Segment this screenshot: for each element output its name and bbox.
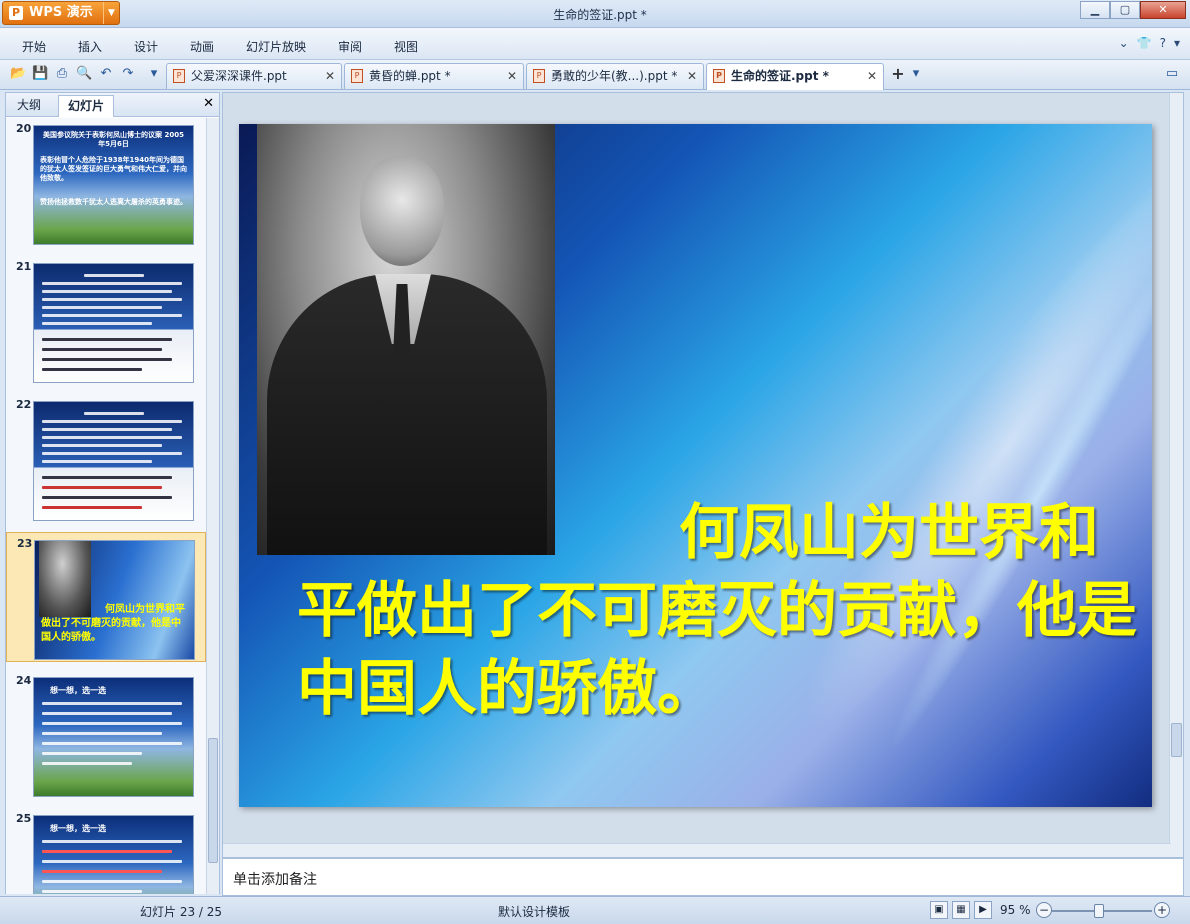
tab-outline[interactable]: 大纲 xyxy=(8,95,50,117)
zoom-in-icon[interactable]: + xyxy=(1154,902,1170,918)
doc-tab-label: 生命的签证.ppt * xyxy=(731,69,829,83)
thumbnail-24[interactable]: 24 想一想，选一选 xyxy=(6,670,206,800)
doc-tab-3[interactable]: P 生命的签证.ppt * ✕ xyxy=(706,63,884,90)
window-title: 生命的签证.ppt * xyxy=(553,8,647,22)
thumbnail-22[interactable]: 22 xyxy=(6,394,206,524)
doc-tab-1[interactable]: P 黄昏的蝉.ppt * ✕ xyxy=(344,63,524,89)
title-bar: P WPS 演示 ▼ 生命的签证.ppt * ▁ ▢ ✕ xyxy=(0,0,1190,28)
slide-number: 24 xyxy=(16,674,32,687)
doc-tab-label: 父爱深深课件.ppt xyxy=(191,69,287,83)
thumb-line: 表彰他冒个人危险于1938年1940年间为德国的犹太人签发签证的巨大勇气和伟大仁… xyxy=(40,156,187,182)
skin-icon[interactable]: 👕 xyxy=(1137,36,1152,50)
menu-slideshow[interactable]: 幻灯片放映 xyxy=(246,38,306,55)
save-icon[interactable]: 💾 xyxy=(32,66,48,82)
normal-view-icon[interactable]: ▣ xyxy=(930,901,948,919)
slide-number: 23 xyxy=(17,537,33,550)
redo-icon[interactable]: ↷ xyxy=(120,66,136,82)
doc-tab-0[interactable]: P 父爱深深课件.ppt ✕ xyxy=(166,63,342,89)
close-tab-icon[interactable]: ✕ xyxy=(325,64,335,88)
design-template[interactable]: 默认设计模板 xyxy=(498,903,570,920)
close-tab-icon[interactable]: ✕ xyxy=(867,64,877,88)
menu-bar: 开始 插入 设计 动画 幻灯片放映 审阅 视图 ⌄ 👕 ? ▾ xyxy=(0,28,1190,60)
zoom-slider-handle[interactable] xyxy=(1094,904,1104,918)
quick-toolbar: 📂 💾 ⎙ 🔍 ↶ ↷ ▾ P 父爱深深课件.ppt ✕ P 黄昏的蝉.ppt … xyxy=(0,60,1190,90)
thumb-line: 赞扬他拯救数千犹太人逃离大屠杀的英勇事迹。 xyxy=(40,198,187,206)
notes-area[interactable]: 单击添加备注 xyxy=(222,858,1184,896)
slide-number: 22 xyxy=(16,398,32,411)
doc-tab-2[interactable]: P 勇敢的少年(教...).ppt * ✕ xyxy=(526,63,704,89)
slide-number: 25 xyxy=(16,812,32,825)
slide-canvas[interactable]: 何凤山为世界和平做出了不可磨灭的贡献，他是中国人的骄傲。 xyxy=(239,124,1152,807)
close-button[interactable]: ✕ xyxy=(1140,1,1186,19)
menu-review[interactable]: 审阅 xyxy=(338,38,362,55)
thumbnail-25[interactable]: 25 想一想，选一选 xyxy=(6,808,206,894)
zoom-out-icon[interactable]: − xyxy=(1036,902,1052,918)
tab-list-icon[interactable]: ▾ xyxy=(908,66,924,82)
slide-number: 20 xyxy=(16,122,32,135)
editor-vertical-scrollbar[interactable] xyxy=(1169,93,1183,857)
panel-scrollbar[interactable] xyxy=(206,118,219,894)
print-preview-icon[interactable]: 🔍 xyxy=(76,66,92,82)
chevron-down-icon[interactable]: ▾ xyxy=(1174,36,1180,50)
scrollbar-thumb[interactable] xyxy=(1171,723,1182,757)
thumbnail-23[interactable]: 23 何凤山为世界和平做出了不可磨灭的贡献，他是中国人的骄傲。 xyxy=(6,532,206,662)
toolbar-dropdown-icon[interactable]: ▾ xyxy=(146,66,162,82)
status-bar: 幻灯片 23 / 25 默认设计模板 ▣ ▦ ▶ 95 % − + xyxy=(0,896,1190,924)
new-tab-icon[interactable]: + xyxy=(890,66,906,82)
thumbnail-20[interactable]: 20 美国参议院关于表彰何凤山博士的议案 2005年5月6日 表彰他冒个人危险于… xyxy=(6,118,206,248)
ppt-file-icon: P xyxy=(351,69,363,83)
help-icon[interactable]: ? xyxy=(1160,36,1166,50)
close-tab-icon[interactable]: ✕ xyxy=(507,64,517,88)
thumb-title: 想一想，选一选 xyxy=(50,686,106,695)
slide-number: 21 xyxy=(16,260,32,273)
slides-panel: 大纲 幻灯片 ✕ 20 美国参议院关于表彰何凤山博士的议案 2005年5月6日 … xyxy=(5,92,220,894)
close-panel-icon[interactable]: ✕ xyxy=(203,96,214,111)
ppt-file-icon: P xyxy=(173,69,185,83)
undo-icon[interactable]: ↶ xyxy=(98,66,114,82)
menu-insert[interactable]: 插入 xyxy=(78,38,102,55)
maximize-button[interactable]: ▢ xyxy=(1110,1,1140,19)
menu-view[interactable]: 视图 xyxy=(394,38,418,55)
menu-design[interactable]: 设计 xyxy=(134,38,158,55)
scrollbar-thumb[interactable] xyxy=(208,738,218,863)
slideshow-icon[interactable]: ▶ xyxy=(974,901,992,919)
slide-editor: 何凤山为世界和平做出了不可磨灭的贡献，他是中国人的骄傲。 xyxy=(222,92,1184,858)
open-folder-icon[interactable]: 📂 xyxy=(10,66,26,82)
slide-sorter-icon[interactable]: ▦ xyxy=(952,901,970,919)
ppt-file-icon: P xyxy=(533,69,545,83)
chevron-down-icon[interactable]: ⌄ xyxy=(1119,36,1129,50)
doc-tab-label: 黄昏的蝉.ppt * xyxy=(369,69,451,83)
thumbnail-21[interactable]: 21 xyxy=(6,256,206,386)
portrait-photo[interactable] xyxy=(257,124,555,555)
close-tab-icon[interactable]: ✕ xyxy=(687,64,697,88)
thumb-title: 想一想，选一选 xyxy=(50,824,106,833)
zoom-level: 95 % xyxy=(1000,903,1031,917)
ppt-file-icon: P xyxy=(713,69,725,83)
print-icon[interactable]: ⎙ xyxy=(54,66,70,82)
slide-text[interactable]: 何凤山为世界和平做出了不可磨灭的贡献，他是中国人的骄傲。 xyxy=(297,494,1137,728)
tab-slides[interactable]: 幻灯片 xyxy=(58,95,115,117)
doc-tab-label: 勇敢的少年(教...).ppt * xyxy=(551,69,678,83)
thumb-title: 美国参议院关于表彰何凤山博士的议案 2005年5月6日 xyxy=(43,131,184,148)
window-layout-icon[interactable]: ▭ xyxy=(1164,66,1180,82)
thumb-line: 何凤山为世界和平做出了不可磨灭的贡献，他是中国人的骄傲。 xyxy=(41,604,185,643)
thumbnail-list[interactable]: 20 美国参议院关于表彰何凤山博士的议案 2005年5月6日 表彰他冒个人危险于… xyxy=(6,118,206,894)
menu-home[interactable]: 开始 xyxy=(22,38,46,55)
editor-horizontal-scrollbar[interactable] xyxy=(223,843,1171,857)
minimize-button[interactable]: ▁ xyxy=(1080,1,1110,19)
slide-counter: 幻灯片 23 / 25 xyxy=(140,905,223,919)
menu-animation[interactable]: 动画 xyxy=(190,38,214,55)
